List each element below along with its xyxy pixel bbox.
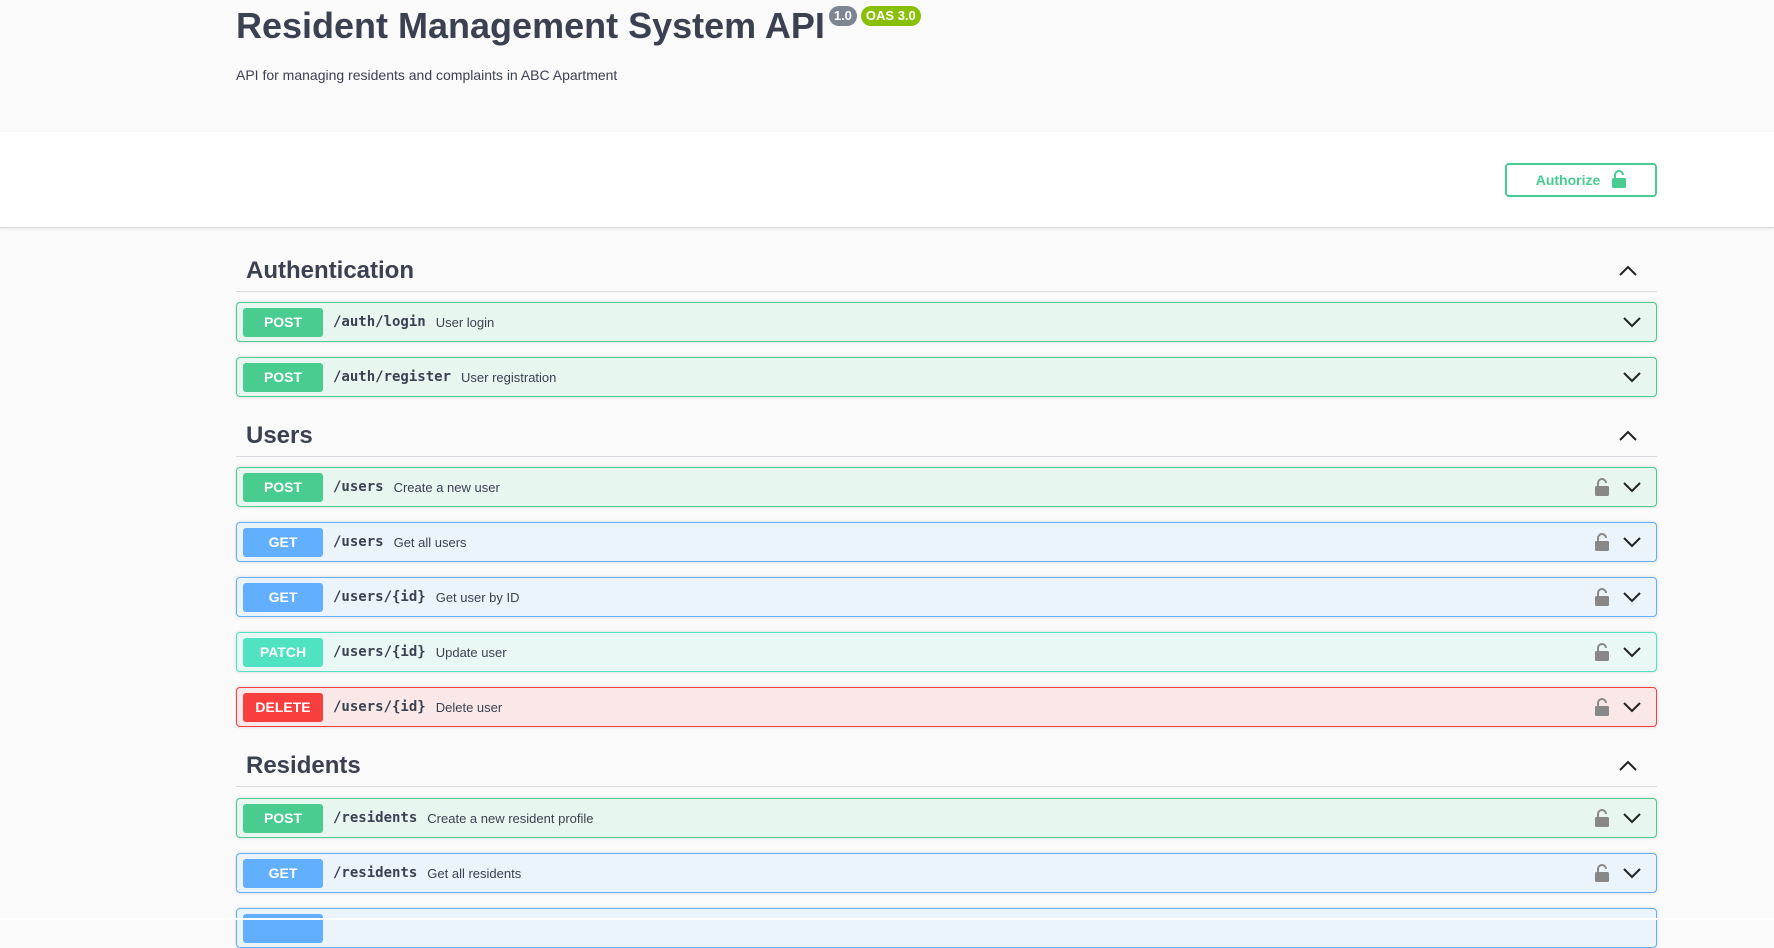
operation-row[interactable]: POST/residents Create a new resident prof… — [236, 798, 1657, 838]
lock-icon[interactable] — [1592, 862, 1612, 884]
section-header-residents[interactable]: Residents — [236, 745, 1657, 787]
method-badge: POST — [243, 362, 323, 392]
chevron-down-icon[interactable] — [1620, 696, 1644, 718]
operation-summary: Create a new user — [393, 479, 500, 495]
operation-path: /users — [333, 534, 384, 550]
chevron-down-icon[interactable] — [1620, 476, 1644, 498]
method-badge: POST — [243, 803, 323, 833]
unlock-icon — [1612, 169, 1627, 191]
operation-path: /residents — [333, 810, 418, 826]
operation-path: /users/{id} — [333, 589, 426, 605]
chevron-down-icon[interactable] — [1620, 586, 1644, 608]
operation-path: /users/{id} — [333, 644, 426, 660]
authorize-label: Authorize — [1535, 172, 1601, 188]
lock-icon[interactable] — [1592, 641, 1612, 663]
chevron-down-icon[interactable] — [1620, 311, 1644, 333]
section-title: Authentication — [246, 256, 414, 284]
operation-controls — [1592, 641, 1644, 663]
operation-summary: Get all users — [393, 534, 467, 550]
section-title: Residents — [246, 751, 361, 779]
operation-summary: Get all residents — [427, 865, 522, 881]
operation-row[interactable]: DELETE/users/{id} Delete user — [236, 687, 1657, 727]
operation-row[interactable]: GET/users Get all users — [236, 522, 1657, 562]
lock-icon[interactable] — [1592, 586, 1612, 608]
operation-path: /users — [333, 479, 384, 495]
chevron-down-icon[interactable] — [1620, 366, 1644, 388]
operation-summary: User registration — [461, 369, 557, 385]
method-badge: GET — [243, 858, 323, 888]
section-title: Users — [246, 421, 313, 449]
operation-controls — [1620, 366, 1644, 388]
operation-path: /users/{id} — [333, 699, 426, 715]
api-description: API for managing residents and complaint… — [236, 67, 618, 83]
operation-path: /residents — [333, 865, 418, 881]
chevron-down-icon[interactable] — [1620, 531, 1644, 553]
operation-controls — [1592, 862, 1644, 884]
lock-icon[interactable] — [1592, 696, 1612, 718]
section-header-authentication[interactable]: Authentication — [236, 250, 1657, 292]
method-badge: POST — [243, 307, 323, 337]
operation-controls — [1592, 807, 1644, 829]
operation-path: /auth/register — [333, 369, 452, 385]
page-title: Resident Management System API — [236, 5, 825, 46]
operation-row-partial[interactable] — [236, 908, 1657, 948]
chevron-up-icon[interactable] — [1613, 421, 1643, 451]
operation-controls — [1620, 311, 1644, 333]
lock-icon[interactable] — [1592, 807, 1612, 829]
lock-icon[interactable] — [1592, 531, 1612, 553]
operation-row[interactable]: PATCH/users/{id} Update user — [236, 632, 1657, 672]
section-header-users[interactable]: Users — [236, 415, 1657, 457]
operation-controls — [1592, 696, 1644, 718]
chevron-down-icon[interactable] — [1620, 807, 1644, 829]
chevron-up-icon[interactable] — [1613, 751, 1643, 781]
operation-row[interactable]: POST/auth/login User login — [236, 302, 1657, 342]
method-badge: DELETE — [243, 692, 323, 722]
operation-summary: Get user by ID — [435, 589, 520, 605]
title-row: Resident Management System API 1.0 OAS 3… — [236, 4, 921, 48]
operation-row[interactable]: POST/auth/register User registration — [236, 357, 1657, 397]
operation-controls — [1592, 531, 1644, 553]
method-badge: GET — [243, 582, 323, 612]
operation-row[interactable]: GET/residents Get all residents — [236, 853, 1657, 893]
chevron-up-icon[interactable] — [1613, 256, 1643, 286]
chevron-down-icon[interactable] — [1620, 641, 1644, 663]
operation-summary: Update user — [435, 644, 507, 660]
operation-controls — [1592, 586, 1644, 608]
operation-summary: User login — [435, 314, 495, 330]
operation-summary: Delete user — [435, 699, 503, 715]
version-badge: 1.0 — [828, 6, 857, 26]
chevron-down-icon[interactable] — [1620, 862, 1644, 884]
operation-path: /auth/login — [333, 314, 426, 330]
method-badge: PATCH — [243, 637, 323, 667]
operation-row[interactable]: POST/users Create a new user — [236, 467, 1657, 507]
authorize-button[interactable]: Authorize — [1505, 163, 1657, 197]
operation-summary: Create a new resident profile — [427, 810, 594, 826]
method-badge: POST — [243, 472, 323, 502]
method-badge: GET — [243, 527, 323, 557]
operation-row[interactable]: GET/users/{id} Get user by ID — [236, 577, 1657, 617]
operation-controls — [1592, 476, 1644, 498]
oas-badge: OAS 3.0 — [860, 6, 921, 26]
lock-icon[interactable] — [1592, 476, 1612, 498]
